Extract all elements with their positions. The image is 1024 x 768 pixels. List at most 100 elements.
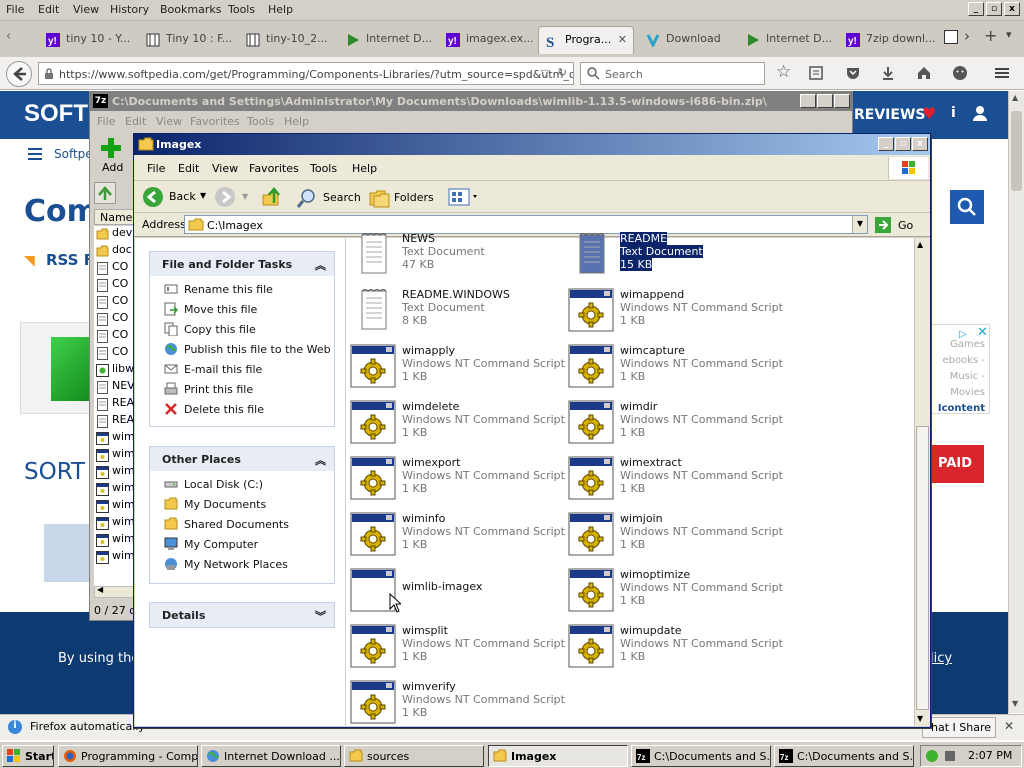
url-bar[interactable]: https://www.softpedia.com/get/Programmin… bbox=[38, 62, 574, 85]
home-icon[interactable] bbox=[916, 65, 934, 83]
collapse-chevron-icon[interactable]: ︽ bbox=[315, 452, 326, 468]
maximize-button[interactable]: ▫ bbox=[986, 2, 1002, 16]
zip-menu-favorites[interactable]: Favorites bbox=[190, 115, 240, 128]
hamburger-menu-icon[interactable] bbox=[994, 65, 1012, 83]
expand-chevron-icon[interactable]: ︾ bbox=[315, 608, 326, 624]
zip-menu-tools[interactable]: Tools bbox=[247, 115, 274, 128]
zip-file-row[interactable]: libw bbox=[96, 362, 134, 379]
zip-name-column-header[interactable]: Name bbox=[94, 209, 134, 225]
tab-7zip-download[interactable]: y! 7zip downl... bbox=[840, 26, 936, 54]
zip-file-row[interactable]: CO bbox=[96, 294, 134, 311]
file-folder-tasks-header[interactable]: File and Folder Tasks ︽ bbox=[150, 252, 334, 276]
file-item-wimsplit[interactable]: wimsplit Windows NT Command Script 1 KB bbox=[350, 622, 565, 672]
file-item-readme[interactable]: README Text Document 15 KB bbox=[568, 230, 778, 280]
tab-scroll-left-icon[interactable]: ‹ bbox=[6, 29, 11, 44]
zip-up-folder-button[interactable] bbox=[94, 182, 116, 204]
taskbar-7zip-2[interactable]: 7z C:\Documents and S... bbox=[774, 745, 914, 767]
zip-file-row[interactable]: wim bbox=[96, 532, 134, 549]
pocket-icon[interactable] bbox=[845, 65, 863, 83]
downloads-icon[interactable] bbox=[880, 65, 898, 83]
imagex-maximize-button[interactable]: ▫ bbox=[895, 137, 911, 151]
page-nav-label[interactable]: Softpe bbox=[54, 147, 93, 161]
network-tray-icon[interactable] bbox=[925, 749, 939, 763]
search-bar[interactable]: Search bbox=[580, 62, 765, 85]
zip-file-row[interactable]: wim bbox=[96, 464, 134, 481]
zip-maximize-button[interactable]: ▫ bbox=[817, 94, 833, 108]
reload-icon[interactable]: ↻ bbox=[558, 66, 567, 79]
taskbar-internet-download[interactable]: Internet Download ... bbox=[201, 745, 341, 767]
zip-file-row[interactable]: CO bbox=[96, 345, 134, 362]
paid-filter-button[interactable]: PAID bbox=[926, 445, 984, 483]
close-button[interactable]: x bbox=[1004, 2, 1020, 16]
imagex-menu-tools[interactable]: Tools bbox=[310, 162, 337, 175]
adchoices-icon[interactable]: ▷ bbox=[959, 327, 967, 343]
zip-window-titlebar[interactable]: 7z C:\Documents and Settings\Administrat… bbox=[90, 92, 852, 111]
url-dropdown-icon[interactable]: ▽ bbox=[541, 67, 549, 80]
page-menu-icon[interactable] bbox=[28, 148, 42, 160]
zip-menu-help[interactable]: Help bbox=[284, 115, 309, 128]
publish-web-task[interactable]: Publish this file to the Web bbox=[150, 340, 334, 360]
menu-bookmarks[interactable]: Bookmarks bbox=[160, 3, 221, 16]
file-item-wimoptimize[interactable]: wimoptimize Windows NT Command Script 1 KB bbox=[568, 566, 783, 616]
imagex-close-button[interactable]: x bbox=[912, 137, 928, 151]
scroll-down-icon[interactable]: ▼ bbox=[1012, 699, 1018, 708]
tray-app-icon[interactable] bbox=[943, 749, 957, 763]
file-item-wimdir[interactable]: wimdir Windows NT Command Script 1 KB bbox=[568, 398, 783, 448]
file-scrollbar-thumb[interactable] bbox=[916, 426, 929, 710]
email-file-task[interactable]: E-mail this file bbox=[150, 360, 334, 380]
imagex-menu-edit[interactable]: Edit bbox=[178, 162, 199, 175]
collapse-chevron-icon[interactable]: ︽ bbox=[315, 257, 326, 273]
file-item-wimupdate[interactable]: wimupdate Windows NT Command Script 1 KB bbox=[568, 622, 783, 672]
tab-download[interactable]: Download bbox=[640, 26, 736, 54]
move-file-task[interactable]: Move this file bbox=[150, 300, 334, 320]
new-tab-icon[interactable]: + bbox=[984, 26, 997, 45]
details-header[interactable]: Details ︾ bbox=[150, 603, 334, 627]
file-item-wimjoin[interactable]: wimjoin Windows NT Command Script 1 KB bbox=[568, 510, 783, 560]
file-item-wimextract[interactable]: wimextract Windows NT Command Script 1 KB bbox=[568, 454, 783, 504]
menu-edit[interactable]: Edit bbox=[38, 3, 59, 16]
zip-file-row[interactable]: CO bbox=[96, 328, 134, 345]
file-item-readme-windows[interactable]: README.WINDOWS Text Document 8 KB bbox=[350, 286, 560, 336]
minimize-button[interactable]: _ bbox=[968, 2, 984, 16]
heart-icon[interactable]: ♥ bbox=[922, 104, 936, 123]
forward-dropdown-icon[interactable]: ▼ bbox=[242, 192, 248, 201]
tab-internet-download[interactable]: Internet D... bbox=[340, 26, 436, 54]
imagex-minimize-button[interactable]: _ bbox=[878, 137, 894, 151]
zip-menu-edit[interactable]: Edit bbox=[125, 115, 146, 128]
up-folder-button[interactable] bbox=[260, 185, 284, 209]
page-search-button[interactable] bbox=[950, 190, 984, 224]
taskbar-7zip-1[interactable]: 7z C:\Documents and S... bbox=[631, 745, 771, 767]
taskbar-firefox[interactable]: Programming - Comp... bbox=[58, 745, 198, 767]
imagex-menu-help[interactable]: Help bbox=[352, 162, 377, 175]
forward-button[interactable] bbox=[214, 186, 236, 208]
back-dropdown-icon[interactable]: ▼ bbox=[200, 191, 206, 200]
folders-button[interactable]: Folders bbox=[367, 185, 437, 209]
file-pane-scrollbar[interactable]: ▲ ▼ bbox=[914, 238, 930, 726]
zip-file-row[interactable]: wim bbox=[96, 481, 134, 498]
smiley-icon[interactable] bbox=[952, 65, 970, 83]
rename-file-task[interactable]: Rename this file bbox=[150, 280, 334, 300]
reviews-link[interactable]: REVIEWS bbox=[854, 107, 925, 123]
user-icon[interactable] bbox=[972, 105, 988, 121]
tab-overflow-icon[interactable] bbox=[944, 30, 958, 44]
file-item-wimdelete[interactable]: wimdelete Windows NT Command Script 1 KB bbox=[350, 398, 565, 448]
info-icon[interactable]: i bbox=[951, 105, 956, 121]
menu-history[interactable]: History bbox=[110, 3, 149, 16]
product-thumbnail[interactable] bbox=[44, 524, 90, 582]
tab-scroll-right-icon[interactable]: › bbox=[964, 27, 970, 45]
my-network-places-link[interactable]: My Network Places bbox=[150, 555, 334, 575]
zip-menu-file[interactable]: File bbox=[97, 115, 115, 128]
zip-minimize-button[interactable]: _ bbox=[800, 94, 816, 108]
address-dropdown-icon[interactable]: ▼ bbox=[852, 216, 867, 233]
back-button[interactable]: Back ▼ bbox=[140, 185, 208, 209]
tab-close-icon[interactable]: ✕ bbox=[618, 33, 627, 46]
menu-help[interactable]: Help bbox=[268, 3, 293, 16]
file-item-wimcapture[interactable]: wimcapture Windows NT Command Script 1 KB bbox=[568, 342, 783, 392]
zip-file-row[interactable]: wim bbox=[96, 447, 134, 464]
file-item-wimexport[interactable]: wimexport Windows NT Command Script 1 KB bbox=[350, 454, 565, 504]
menu-view[interactable]: View bbox=[73, 3, 99, 16]
page-scrollbar[interactable]: ▲ ▼ bbox=[1008, 91, 1024, 713]
zip-file-row[interactable]: NEV bbox=[96, 379, 134, 396]
taskbar-imagex-folder[interactable]: Imagex bbox=[488, 745, 628, 767]
file-item-wimlib-imagex[interactable]: wimlib-imagex bbox=[350, 566, 560, 616]
